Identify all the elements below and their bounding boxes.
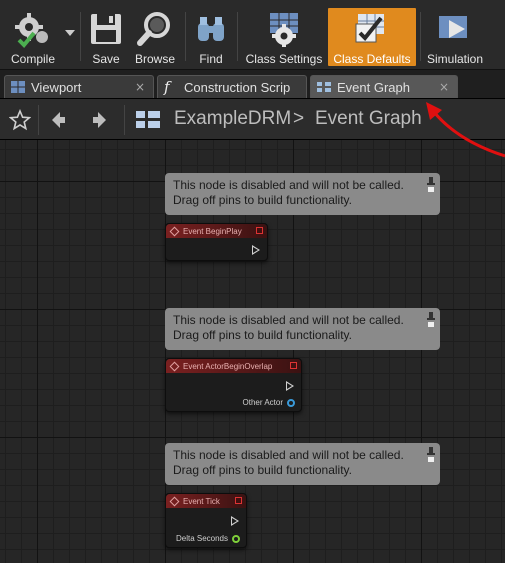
class-settings-label: Class Settings (245, 52, 323, 66)
browse-label: Browse (134, 52, 175, 66)
event-icon (169, 496, 180, 506)
toolbar-separator (420, 12, 421, 61)
node-header: Event BeginPlay (166, 224, 267, 238)
close-icon[interactable]: × (439, 80, 449, 94)
delta-seconds-pin[interactable]: Delta Seconds (176, 534, 240, 543)
breadcrumb-current: Event Graph (315, 108, 422, 129)
breadcrumb-separator (38, 105, 39, 135)
node-header: Event ActorBeginOverlap (166, 359, 301, 373)
find-button[interactable]: Find (189, 8, 233, 66)
other-actor-pin[interactable]: Other Actor (243, 398, 295, 407)
float-pin-dot (232, 534, 240, 543)
event-icon (169, 226, 180, 236)
find-icon (191, 10, 231, 48)
comment-text: This node is disabled and will not be ca… (173, 313, 404, 342)
tab-bar: Viewport × f Construction Scrip Event Gr… (0, 70, 505, 98)
save-label: Save (92, 52, 120, 66)
exec-output-pin[interactable] (286, 381, 294, 391)
disabled-node-comment: This node is disabled and will not be ca… (165, 308, 440, 350)
event-tick-node[interactable]: Event Tick Delta Seconds (165, 493, 247, 548)
viewport-icon (11, 81, 25, 93)
annotation-arrow (426, 102, 505, 158)
event-graph-canvas[interactable]: This node is disabled and will not be ca… (0, 140, 505, 563)
node-title: Event BeginPlay (183, 226, 242, 236)
class-defaults-label: Class Defaults (333, 52, 411, 66)
delegate-pin[interactable] (290, 362, 297, 369)
chevron-down-icon (65, 30, 75, 36)
delegate-pin[interactable] (235, 497, 242, 504)
graph-icon (317, 82, 331, 92)
forward-arrow-icon[interactable] (90, 110, 110, 130)
save-icon (86, 10, 126, 48)
exec-output-pin[interactable] (231, 516, 239, 526)
compile-label: Compile (10, 52, 55, 66)
find-label: Find (199, 52, 223, 66)
browse-button[interactable]: Browse (129, 8, 181, 66)
node-title: Event ActorBeginOverlap (183, 361, 273, 371)
graph-icon (136, 111, 160, 128)
compile-options-dropdown[interactable] (63, 8, 77, 58)
star-icon[interactable] (9, 109, 31, 131)
function-icon: f (164, 78, 170, 96)
breadcrumb-separator-glyph: > (293, 108, 305, 129)
disabled-node-comment: This node is disabled and will not be ca… (165, 443, 440, 485)
exec-output-pin[interactable] (252, 245, 260, 255)
tab-viewport[interactable]: Viewport × (4, 75, 154, 98)
delegate-pin[interactable] (256, 227, 263, 234)
breadcrumb-root[interactable]: ExampleDRM (174, 108, 291, 130)
compile-button[interactable]: Compile (4, 8, 62, 66)
main-toolbar: Compile Save Browse Find Class Settings … (0, 0, 505, 70)
breadcrumb-separator (124, 105, 125, 135)
close-icon[interactable]: × (135, 80, 145, 94)
pin-icon[interactable] (427, 312, 435, 328)
simulation-label: Simulation (426, 52, 484, 66)
save-button[interactable]: Save (84, 8, 128, 66)
back-arrow-icon[interactable] (48, 110, 68, 130)
browse-icon (135, 10, 175, 48)
tab-construction-script-label: Construction Scrip (184, 79, 291, 95)
tab-construction-script[interactable]: f Construction Scrip (157, 75, 307, 98)
class-defaults-button[interactable]: Class Defaults (328, 8, 416, 66)
class-settings-button[interactable]: Class Settings (241, 8, 327, 66)
event-icon (169, 361, 180, 371)
comment-text: This node is disabled and will not be ca… (173, 448, 404, 477)
pin-label: Other Actor (242, 398, 283, 407)
event-actorbeginoverlap-node[interactable]: Event ActorBeginOverlap Other Actor (165, 358, 302, 412)
tab-event-graph[interactable]: Event Graph × (310, 75, 458, 98)
class-defaults-icon (352, 10, 392, 48)
toolbar-separator (237, 12, 238, 61)
simulation-icon (435, 10, 475, 48)
simulation-button[interactable]: Simulation (424, 8, 486, 66)
pin-icon[interactable] (427, 447, 435, 463)
compile-icon (13, 10, 53, 48)
event-beginplay-node[interactable]: Event BeginPlay (165, 223, 268, 261)
pin-icon[interactable] (427, 177, 435, 193)
pin-label: Delta Seconds (175, 534, 228, 543)
node-title: Event Tick (183, 496, 220, 506)
toolbar-separator (80, 12, 81, 61)
node-header: Event Tick (166, 494, 246, 508)
tab-event-graph-label: Event Graph (337, 79, 410, 95)
tab-viewport-label: Viewport (31, 79, 82, 95)
disabled-node-comment: This node is disabled and will not be ca… (165, 173, 440, 215)
toolbar-separator (185, 12, 186, 61)
class-settings-icon (264, 10, 304, 48)
comment-text: This node is disabled and will not be ca… (173, 178, 404, 207)
object-pin-dot (287, 398, 295, 407)
